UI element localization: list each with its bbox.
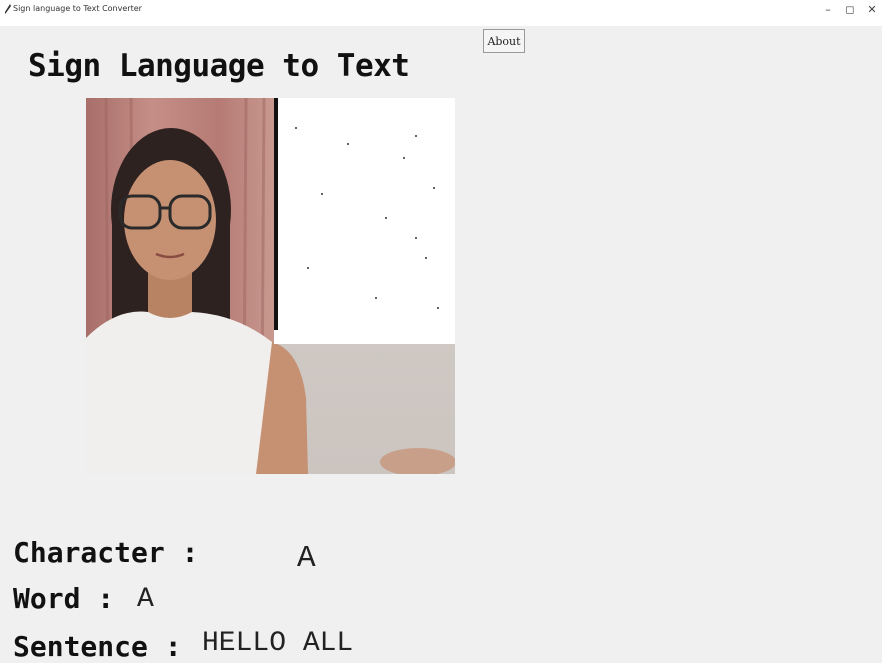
minimize-button[interactable]: – (820, 3, 836, 17)
word-label: Word : (13, 582, 115, 615)
sentence-value: HELLO ALL (202, 628, 354, 659)
character-label: Character : (13, 536, 199, 569)
character-value: A (297, 541, 316, 576)
maximize-button[interactable]: ◻ (842, 3, 858, 17)
webcam-image (86, 98, 455, 474)
sentence-label: Sentence : (13, 630, 182, 663)
window-titlebar: Sign language to Text Converter – ◻ ✕ (0, 0, 882, 26)
window-title: Sign language to Text Converter (13, 4, 142, 13)
feather-icon (5, 4, 11, 14)
about-button[interactable]: About (483, 29, 525, 53)
camera-feed (86, 98, 455, 474)
page-title: Sign Language to Text (28, 48, 410, 84)
word-value: A (137, 584, 154, 615)
close-button[interactable]: ✕ (864, 3, 880, 17)
